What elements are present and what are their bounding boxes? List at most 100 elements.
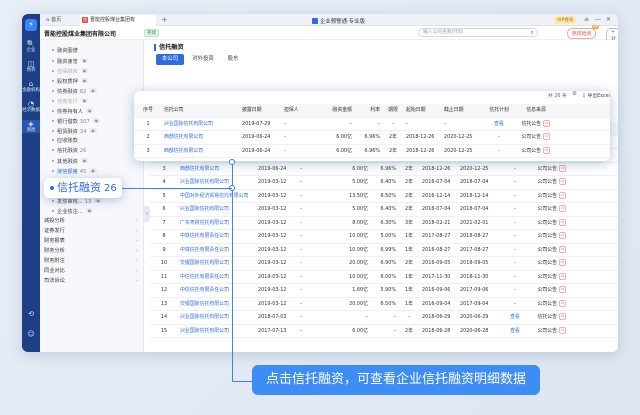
tab-document-label: 晋能控股煤业集团有 (90, 17, 136, 23)
pdf-icon[interactable]: ▭ (559, 313, 567, 320)
table-cell[interactable]: 西部信托有限公司 (180, 163, 256, 176)
table-cell[interactable]: 中信信托有限责任公司 (180, 271, 256, 284)
rail-icon: 🔍 (26, 40, 36, 48)
table-cell[interactable]: 兴业国际信托有限公司 (164, 118, 240, 131)
add-tab-icon[interactable]: + (161, 15, 168, 24)
rail-item-4[interactable]: ◈ 洞悉 (22, 120, 40, 133)
table-cell[interactable]: 查看 (502, 325, 528, 338)
pdf-icon[interactable]: ▭ (559, 205, 567, 212)
search-input[interactable]: 输入公司名称/代码 ⌕ (418, 28, 538, 37)
pdf-icon[interactable]: ▭ (559, 191, 567, 199)
menu-item[interactable]: 租赁融资 34 ● (40, 126, 143, 136)
cell-text: - (514, 206, 516, 212)
rail-item-2[interactable]: ⌂ 金融机构 (22, 80, 40, 93)
pdf-icon[interactable]: ▭ (559, 178, 567, 185)
menu-item[interactable]: 债券融资 82 ● (40, 86, 143, 96)
menu-item[interactable]: 债券持有人 ● (40, 106, 143, 116)
tab-outward-investment[interactable]: 对外投资 (188, 54, 218, 65)
cell-text: 公司公告 (521, 134, 542, 140)
pdf-icon[interactable]: ▭ (559, 326, 567, 334)
pdf-icon[interactable]: ▭ (543, 119, 551, 127)
rail-item-3[interactable]: ◔ 经济数据 (22, 100, 40, 113)
table-cell[interactable]: 查看 (486, 118, 512, 131)
cell-text: 5.00% (380, 233, 396, 239)
menu-group[interactable]: 城投分析 › (40, 216, 143, 226)
menu-item-label: 企业债注... (57, 209, 83, 215)
minimize-icon[interactable]: — (595, 16, 601, 23)
pdf-icon[interactable]: ▭ (543, 146, 551, 154)
table-cell[interactable]: 兴业国际信托有限公司 (180, 311, 256, 324)
menu-item[interactable]: 企业债注... ● (40, 206, 143, 216)
menu-item[interactable]: 债券发行 ● (40, 96, 143, 106)
risk-monitor-button[interactable]: 债风险测 VIP (567, 25, 600, 39)
menu-item[interactable]: 信托融资 26 (40, 146, 143, 156)
menu-item[interactable]: 其他融资 ● (40, 156, 143, 166)
menu-group[interactable]: 同业对比 › (40, 266, 143, 276)
menu-item-label: 租赁融资 (57, 129, 78, 135)
pdf-icon[interactable]: ▭ (559, 245, 567, 253)
menu-group[interactable]: 财务附注 › (40, 256, 143, 266)
tab-self-company[interactable]: 本公司 (156, 54, 184, 65)
rail-item-0[interactable]: 🔍 企业 (22, 40, 40, 53)
pdf-icon[interactable]: ▭ (559, 164, 567, 172)
menu-group[interactable]: 司法诉讼 › (40, 276, 143, 286)
table-cell[interactable]: 西部信托有限公司 (164, 131, 240, 144)
menu-icon[interactable]: ≡ (584, 16, 589, 23)
table-cell[interactable]: 查看 (502, 311, 528, 324)
table-cell[interactable]: 交银国际信托有限公司 (180, 257, 256, 270)
menu-group[interactable]: 财务分析 › (40, 246, 143, 256)
table-cell[interactable]: 西部信托有限公司 (164, 145, 240, 158)
pdf-icon[interactable]: ▭ (559, 286, 567, 293)
vip-tag-icon: ● (89, 168, 97, 173)
callout-banner: 点击信托融资，可查看企业信托融资明细数据 (252, 365, 540, 395)
spot-menu-count: 26 (104, 183, 117, 194)
table-cell: - (300, 203, 330, 216)
pdf-icon[interactable]: ▭ (559, 272, 567, 280)
menu-item[interactable]: 融资速览 ● (40, 56, 143, 66)
rail-item-6[interactable]: ☺ (22, 330, 40, 338)
table-cell[interactable]: 中国对外经济贸易信托有限公司 (180, 190, 256, 203)
pdf-icon[interactable]: ▭ (559, 299, 567, 307)
table-cell[interactable]: 兴业国际信托有限公司 (180, 325, 256, 338)
pdf-icon[interactable]: ▭ (559, 259, 567, 266)
highlighted-menu-item-trust[interactable]: 信托融资 26 (44, 178, 122, 198)
cell-text: 2016-08-27 (422, 246, 451, 253)
cell-text: - (366, 314, 368, 320)
pdf-icon[interactable]: ▭ (543, 133, 551, 140)
menu-item[interactable]: 担保融资 ● (40, 66, 143, 76)
tab-shareholders[interactable]: 股东 (222, 54, 244, 65)
vip-badge[interactable]: VIP会员 (554, 16, 577, 24)
close-icon[interactable]: ✕ (606, 16, 611, 23)
tab-home[interactable]: ⌂ 首页 (46, 16, 61, 23)
pdf-icon[interactable]: ▭ (559, 218, 567, 226)
menu-group[interactable]: 财务报表 › (40, 236, 143, 246)
search-icon[interactable]: ⌕ (531, 29, 534, 37)
rail-item-5[interactable]: ⟲ (22, 310, 40, 318)
column-header: 担保人 (284, 104, 314, 117)
cell-text: 2018-06-28 (422, 327, 451, 334)
menu-item[interactable]: 授信额度 45 ● (40, 166, 143, 176)
table-cell: 信托公告▭ (516, 118, 556, 131)
settings-icon[interactable]: ⚙ (572, 91, 577, 97)
menu-item[interactable]: 银行借款 307 ● (40, 116, 143, 126)
table-cell: - (444, 118, 482, 131)
menu-item[interactable]: 股权质押 ● (40, 76, 143, 86)
chevron-right-icon: › (136, 228, 138, 234)
table-cell[interactable]: 中铁信托有限责任公司 (180, 230, 256, 243)
export-excel-button[interactable]: ⇩ 导出Excel (582, 92, 610, 99)
table-cell[interactable]: 中铁信托有限责任公司 (180, 244, 256, 257)
table-cell[interactable]: 广东粤财信托有限公司 (180, 217, 256, 230)
menu-item[interactable]: 融资图谱 (40, 46, 143, 56)
table-cell[interactable]: 兴业国际信托有限公司 (180, 203, 256, 216)
bullet-icon (52, 149, 54, 151)
menu-group[interactable]: 证券发行 › (40, 226, 143, 236)
pdf-icon[interactable]: ▭ (559, 232, 567, 239)
table-cell[interactable]: 中信信托有限责任公司 (180, 284, 256, 297)
cell-text: 6.96% (380, 165, 396, 172)
tab-document[interactable]: 晋 晋能控股煤业集团有 (80, 15, 156, 26)
cell-text: 5.90% (380, 287, 396, 293)
rail-item-1[interactable]: ◫ 债券 (22, 60, 40, 73)
menu-item[interactable]: 应收账款 (40, 136, 143, 146)
column-header: 起始日期 (406, 104, 442, 117)
table-cell[interactable]: 交银国际信托有限公司 (180, 298, 256, 311)
